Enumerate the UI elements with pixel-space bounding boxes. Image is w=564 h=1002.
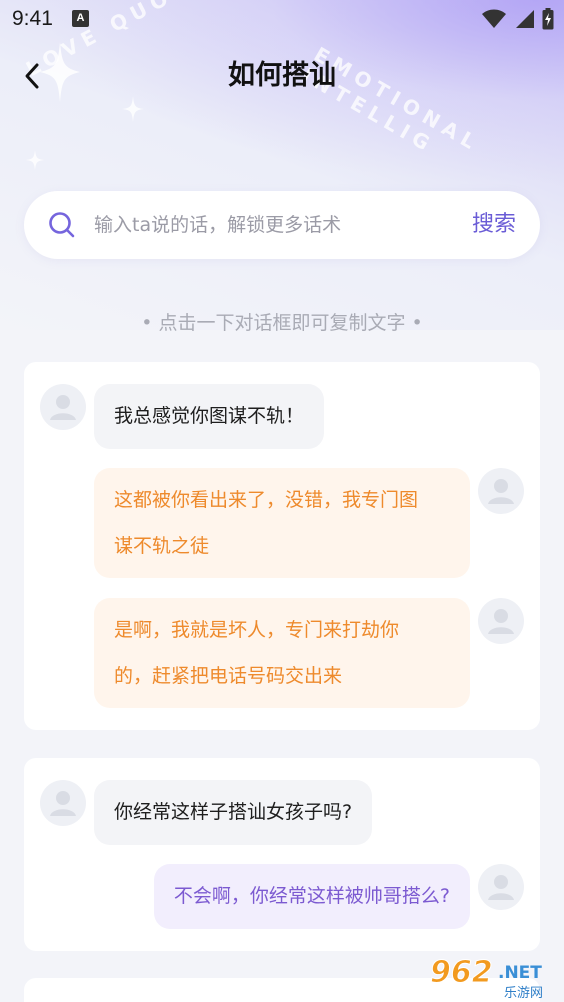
copy-hint: • 点击一下对话框即可复制文字 • bbox=[141, 312, 423, 334]
dialogue-card: 我总感觉你图谋不轨！ 这都被你看出来了，没错，我专门图 谋不轨之徒 是啊，我就是… bbox=[24, 362, 540, 730]
chat-bubble-reply[interactable]: 是啊，我就是坏人，专门来打劫你 的，赶紧把电话号码交出来 bbox=[94, 598, 470, 708]
user-avatar-icon bbox=[488, 479, 514, 504]
chat-bubble-received[interactable]: 你经常这样子搭讪女孩子吗? bbox=[94, 780, 373, 845]
chat-bubble-reply[interactable]: 不会啊，你经常这样被帅哥搭么? bbox=[153, 864, 470, 929]
search-input[interactable] bbox=[94, 205, 464, 245]
message-text: 不会啊，你经常这样被帅哥搭么? bbox=[173, 885, 450, 907]
user-avatar-icon bbox=[50, 395, 76, 420]
user-avatar-icon bbox=[50, 791, 76, 816]
message-text-line: 这都被你看出来了，没错，我专门图 bbox=[114, 489, 419, 511]
search-bar: 搜索 bbox=[24, 191, 540, 259]
user-avatar-icon bbox=[488, 609, 514, 634]
search-button[interactable]: 搜索 bbox=[472, 208, 516, 242]
chat-bubble-received[interactable]: 我总感觉你图谋不轨！ bbox=[94, 384, 325, 449]
keyboard-indicator-icon: A bbox=[72, 10, 89, 27]
battery-icon bbox=[542, 8, 554, 30]
message-text: 你经常这样子搭讪女孩子吗? bbox=[114, 801, 353, 823]
search-icon bbox=[49, 212, 75, 238]
site-watermark-logo: 962 .NET 乐游网 bbox=[426, 952, 556, 1002]
avatar bbox=[40, 780, 86, 826]
status-time: 9:41 bbox=[12, 7, 53, 30]
sparkle-icon bbox=[122, 96, 144, 122]
chat-bubble-reply[interactable]: 这都被你看出来了，没错，我专门图 谋不轨之徒 bbox=[94, 468, 470, 578]
message-text-line: 是啊，我就是坏人，专门来打劫你 bbox=[114, 619, 400, 641]
svg-text:962: 962 bbox=[430, 955, 493, 990]
status-icons bbox=[482, 8, 554, 30]
status-bar: 9:41 A bbox=[0, 0, 564, 38]
sparkle-icon bbox=[26, 150, 44, 170]
avatar bbox=[478, 468, 524, 514]
svg-text:.NET: .NET bbox=[498, 963, 542, 983]
message-text: 我总感觉你图谋不轨！ bbox=[114, 405, 305, 427]
avatar bbox=[478, 598, 524, 644]
wifi-icon bbox=[482, 9, 506, 28]
message-text-line: 的，赶紧把电话号码交出来 bbox=[114, 665, 343, 687]
user-avatar-icon bbox=[488, 875, 514, 900]
svg-text:乐游网: 乐游网 bbox=[504, 986, 543, 1000]
dialogue-card: 你经常这样子搭讪女孩子吗? 不会啊，你经常这样被帅哥搭么? bbox=[24, 758, 540, 951]
signal-icon bbox=[516, 10, 534, 28]
page-title: 如何搭讪 bbox=[228, 60, 336, 91]
avatar bbox=[478, 864, 524, 910]
avatar bbox=[40, 384, 86, 430]
message-text-line: 谋不轨之徒 bbox=[114, 535, 210, 557]
